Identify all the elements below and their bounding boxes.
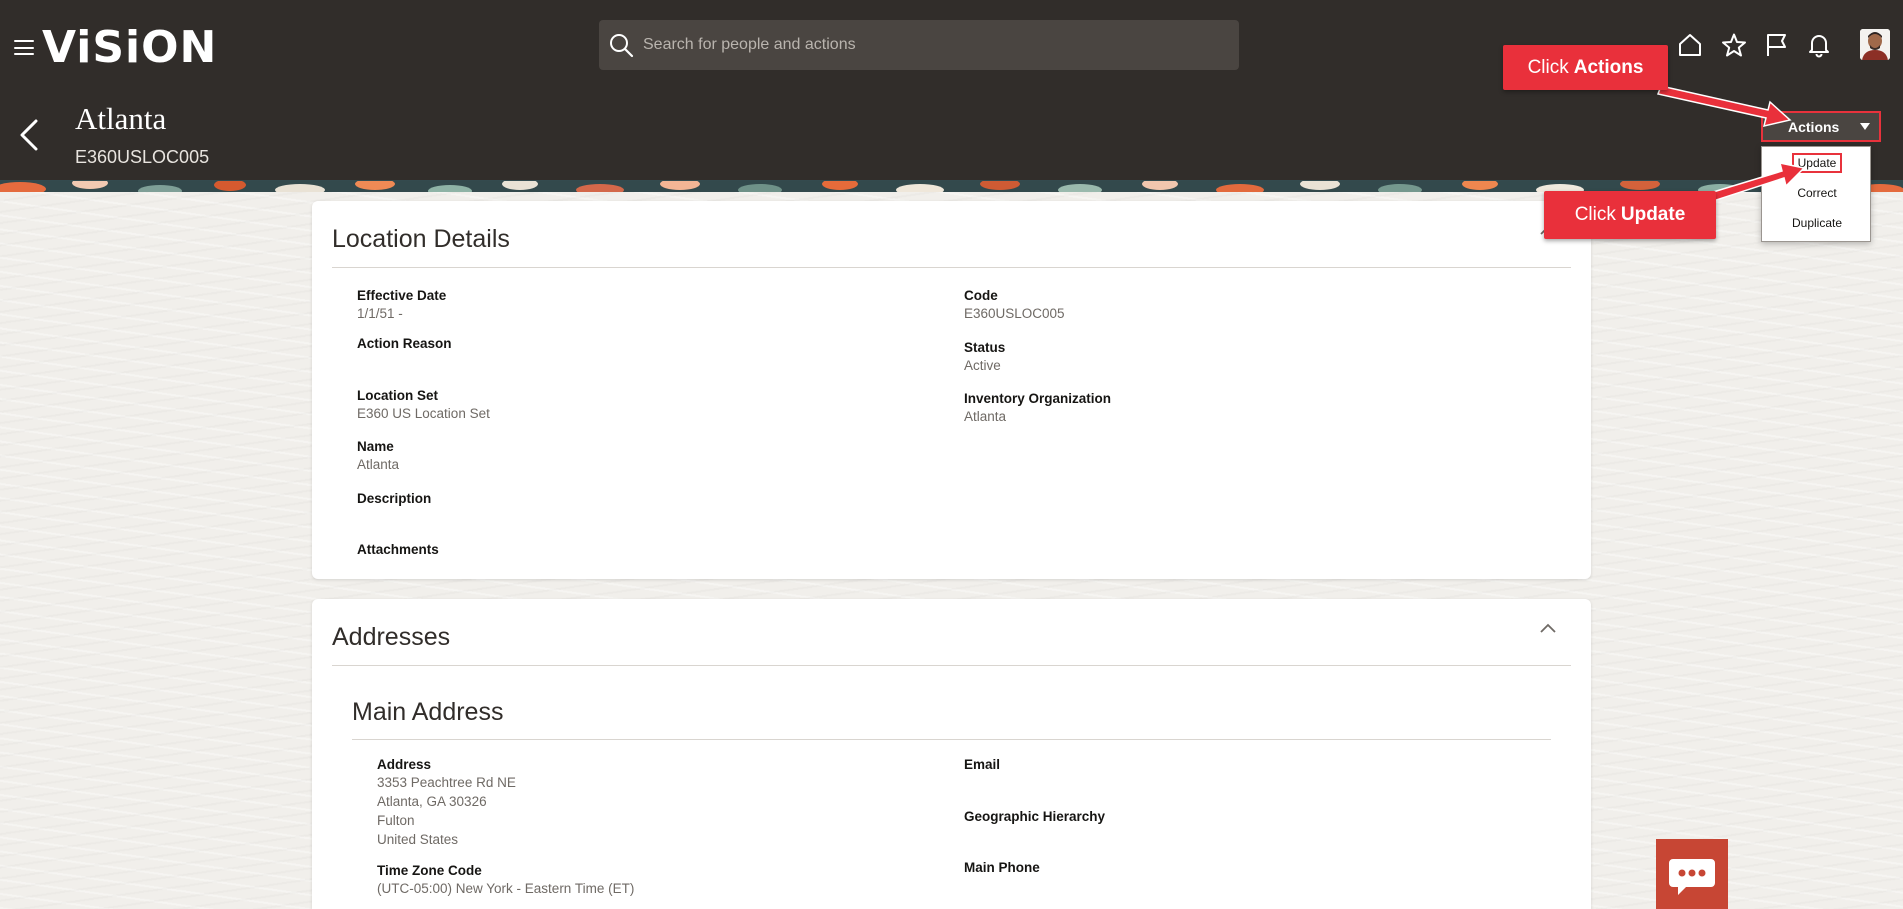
menu-item-label: Update (1791, 153, 1843, 173)
main-address-title: Main Address (352, 698, 504, 726)
address-line: United States (377, 832, 459, 847)
addresses-title: Addresses (332, 623, 451, 651)
menu-item-label: Correct (1797, 186, 1837, 200)
menu-item-correct[interactable]: Correct (1762, 186, 1872, 200)
field-value: Atlanta (964, 409, 1007, 424)
menu-item-update[interactable]: Update (1762, 153, 1872, 173)
field-label: Email (964, 757, 1001, 772)
field-label: Main Phone (964, 860, 1040, 875)
global-header: ViSiON Atlanta E360USLOC005 (0, 0, 1903, 180)
menu-item-label: Duplicate (1791, 216, 1843, 230)
click-update-callout: Click Update (1544, 191, 1716, 239)
main-phone-field: Main Phone (964, 859, 1040, 876)
section-divider (332, 665, 1571, 666)
caret-down-icon (1860, 123, 1870, 130)
field-value: (UTC-05:00) New York - Eastern Time (ET) (377, 881, 635, 896)
field-label: Time Zone Code (377, 863, 482, 878)
page-title: Atlanta (75, 101, 167, 136)
home-icon[interactable] (1677, 32, 1703, 58)
effective-date-field: Effective Date 1/1/51 - (357, 287, 446, 323)
field-label: Description (357, 491, 432, 506)
field-label: Action Reason (357, 336, 452, 351)
field-value: 1/1/51 - (357, 306, 403, 321)
search-input[interactable] (643, 25, 1239, 65)
user-avatar[interactable] (1860, 29, 1890, 60)
location-details-title: Location Details (332, 225, 510, 253)
inventory-organization-field: Inventory Organization Atlanta (964, 390, 1111, 426)
addresses-card: Addresses Main Address Address 3353 Peac… (312, 599, 1591, 909)
global-search (599, 20, 1239, 70)
attachments-field: Attachments (357, 541, 439, 558)
chat-bubble-icon (1669, 859, 1715, 895)
back-icon[interactable] (18, 118, 40, 152)
favorites-star-icon[interactable] (1721, 32, 1747, 58)
subsection-divider (352, 739, 1551, 740)
user-avatar-icon (1860, 29, 1890, 60)
callout-bold: Update (1620, 204, 1686, 225)
field-label: Name (357, 439, 394, 454)
field-value: E360 US Location Set (357, 406, 490, 421)
click-actions-callout: Click Actions (1503, 45, 1668, 90)
geographic-hierarchy-field: Geographic Hierarchy (964, 808, 1105, 825)
field-label: Location Set (357, 388, 439, 403)
field-label: Address (377, 757, 432, 772)
field-label: Geographic Hierarchy (964, 809, 1106, 824)
actions-button-label: Actions (1788, 118, 1840, 135)
field-label: Effective Date (357, 288, 447, 303)
name-field: Name Atlanta (357, 438, 399, 474)
field-label: Status (964, 340, 1006, 355)
location-set-field: Location Set E360 US Location Set (357, 387, 490, 423)
actions-button[interactable]: Actions (1761, 111, 1881, 142)
address-line: Atlanta, GA 30326 (377, 794, 487, 809)
callout-prefix: Click (1574, 204, 1616, 225)
field-value: Atlanta (357, 457, 400, 472)
chat-button[interactable] (1656, 839, 1728, 909)
description-field: Description (357, 490, 431, 507)
field-label: Attachments (357, 542, 439, 557)
section-divider (332, 267, 1571, 268)
address-line: Fulton (377, 813, 415, 828)
vision-logo[interactable]: ViSiON (42, 22, 217, 74)
email-field: Email (964, 756, 1000, 773)
address-line: 3353 Peachtree Rd NE (377, 775, 516, 790)
code-field: Code E360USLOC005 (964, 287, 1065, 323)
notifications-bell-icon[interactable] (1806, 32, 1832, 58)
chevron-up-icon[interactable] (1537, 621, 1559, 635)
field-label: Code (964, 288, 998, 303)
location-details-card: Location Details Effective Date 1/1/51 -… (312, 201, 1591, 579)
callout-prefix: Click (1527, 56, 1569, 78)
callout-bold: Actions (1573, 56, 1644, 78)
status-field: Status Active (964, 339, 1005, 375)
time-zone-code-field: Time Zone Code (UTC-05:00) New York - Ea… (377, 862, 634, 898)
field-value: E360USLOC005 (964, 306, 1065, 321)
search-icon (610, 34, 634, 58)
field-label: Inventory Organization (964, 391, 1112, 406)
menu-item-duplicate[interactable]: Duplicate (1762, 216, 1872, 230)
address-field: Address 3353 Peachtree Rd NE Atlanta, GA… (377, 756, 516, 849)
navigator-menu-icon[interactable] (14, 40, 34, 55)
flag-icon[interactable] (1764, 32, 1790, 58)
actions-menu: Update Correct Duplicate (1761, 146, 1871, 242)
field-value: Active (964, 358, 1001, 373)
action-reason-field: Action Reason (357, 335, 452, 352)
page-subtitle: E360USLOC005 (75, 147, 210, 167)
